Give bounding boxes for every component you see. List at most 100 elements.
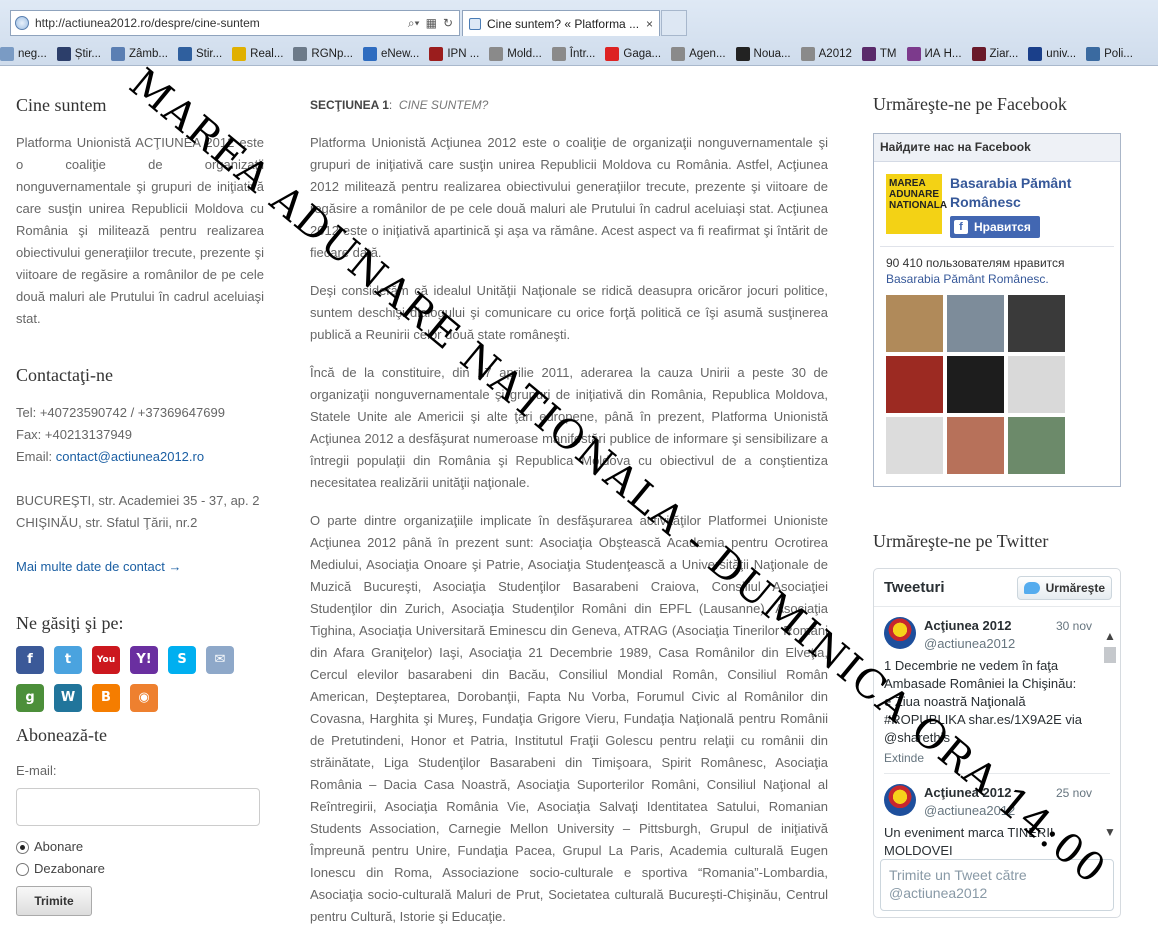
unsubscribe-label: Dezabonare: [34, 861, 105, 876]
tab-close-button[interactable]: ×: [646, 17, 653, 31]
favorite-link[interactable]: Zâmb...: [110, 47, 168, 61]
compat-view-icon[interactable]: ▦: [426, 16, 437, 30]
favorite-label: neg...: [18, 48, 47, 60]
favorite-link[interactable]: TM: [861, 47, 897, 61]
favorite-link[interactable]: Stir...: [177, 47, 223, 61]
mail-icon[interactable]: ✉: [206, 646, 234, 674]
facebook-icon: f: [954, 220, 968, 234]
follow-label: Urmăreşte: [1045, 580, 1105, 595]
facebook-page-name[interactable]: Basarabia Pământ Românesc: [950, 174, 1108, 212]
favorite-link[interactable]: Noua...: [735, 47, 791, 61]
wordpress-icon[interactable]: W: [54, 684, 82, 712]
tweet-author[interactable]: Acţiunea 2012: [924, 784, 1015, 802]
favorite-link[interactable]: Mold...: [489, 47, 542, 61]
google-icon[interactable]: g: [16, 684, 44, 712]
email-field[interactable]: [16, 788, 260, 826]
tweet[interactable]: Acţiunea 2012 @actiunea2012 25 nov Un ev…: [874, 774, 1120, 857]
subscribe-radio[interactable]: Abonare: [16, 836, 264, 858]
youtube-icon[interactable]: You: [92, 646, 120, 674]
right-sidebar: Urmăreşte-ne pe Facebook Найдите нас на …: [873, 94, 1121, 918]
scroll-up-icon[interactable]: ▲: [1102, 629, 1118, 643]
radio-unchecked-icon[interactable]: [16, 862, 29, 876]
address-url[interactable]: http://actiunea2012.ro/despre/cine-sunte…: [35, 16, 408, 30]
left-sidebar: Cine suntem Platforma Unionistă ACŢIUNEA…: [16, 94, 264, 916]
paragraph: O parte dintre organizaţiile implicate î…: [310, 513, 828, 924]
favorite-link[interactable]: Real...: [232, 47, 283, 61]
favorite-label: Ziar...: [989, 48, 1019, 60]
avatar[interactable]: [884, 617, 916, 649]
tweet-handle[interactable]: @actiunea2012: [924, 802, 1015, 820]
fan-avatar[interactable]: [1008, 417, 1065, 474]
fan-avatar[interactable]: [1008, 356, 1065, 413]
tweet-date[interactable]: 25 nov: [1056, 786, 1092, 800]
search-icon[interactable]: ⌕▾: [408, 16, 420, 31]
favorite-link[interactable]: Știr...: [56, 47, 101, 61]
blogger-icon[interactable]: B: [92, 684, 120, 712]
favorite-link[interactable]: A2012: [800, 47, 852, 61]
like-label: Нравится: [974, 220, 1031, 234]
contact-fax: Fax: +40213137949: [16, 427, 133, 442]
twitter-icon[interactable]: t: [54, 646, 82, 674]
favorite-label: RGNp...: [311, 48, 353, 60]
yahoo-icon[interactable]: Y!: [130, 646, 158, 674]
contact-title: Contactaţi-ne: [16, 365, 113, 385]
avatar[interactable]: [884, 784, 916, 816]
refresh-icon[interactable]: ↻: [443, 16, 453, 30]
tweet-author[interactable]: Acţiunea 2012: [924, 617, 1015, 635]
scroll-thumb[interactable]: [1104, 647, 1116, 663]
submit-button[interactable]: Trimite: [16, 886, 92, 916]
globe-icon: [15, 16, 29, 30]
scroll-down-icon[interactable]: ▼: [1102, 825, 1118, 839]
email-link[interactable]: contact@actiunea2012.ro: [56, 449, 204, 464]
favorite-link[interactable]: ИА Н...: [906, 47, 962, 61]
overlay-glyph: A: [261, 176, 315, 232]
favorite-link[interactable]: Poli...: [1086, 47, 1133, 61]
favorite-link[interactable]: univ...: [1028, 47, 1076, 61]
favorite-link[interactable]: Într...: [551, 47, 595, 61]
tweet-expand-link[interactable]: Extinde: [884, 751, 1110, 774]
fan-avatar[interactable]: [886, 295, 943, 352]
favorite-link[interactable]: Gaga...: [605, 47, 661, 61]
favorite-link[interactable]: neg...: [0, 47, 47, 61]
facebook-like-button[interactable]: f Нравится: [950, 216, 1040, 238]
address-bar[interactable]: http://actiunea2012.ro/despre/cine-sunte…: [10, 10, 460, 36]
fan-avatar[interactable]: [886, 356, 943, 413]
unsubscribe-radio[interactable]: Dezabonare: [16, 858, 264, 880]
fan-avatar[interactable]: [1008, 295, 1065, 352]
more-contact-link[interactable]: Mai multe date de contact →: [16, 559, 181, 574]
twitter-follow-button[interactable]: Urmăreşte: [1016, 575, 1112, 600]
favorite-site-icon: [232, 47, 247, 61]
tweet-handle[interactable]: @actiunea2012: [924, 635, 1015, 653]
favorite-site-icon: [861, 47, 876, 61]
twitter-bird-icon: [1023, 581, 1040, 594]
fan-avatar[interactable]: [886, 417, 943, 474]
favorite-link[interactable]: IPN ...: [429, 47, 479, 61]
like-count-page[interactable]: Basarabia Pământ Românesc.: [886, 271, 1108, 287]
contact-tel: Tel: +40723590742 / +37369647699: [16, 405, 225, 420]
favorite-link[interactable]: Agen...: [671, 47, 726, 61]
favorite-label: Stir...: [195, 48, 223, 60]
radio-checked-icon[interactable]: [16, 840, 29, 854]
tweet[interactable]: Acţiunea 2012 @actiunea2012 30 nov 1 Dec…: [874, 607, 1120, 774]
page-logo[interactable]: MAREA ADUNARE NATIONALA: [886, 174, 947, 234]
tweet-compose-field[interactable]: Trimite un Tweet către @actiunea2012: [880, 859, 1114, 911]
favorite-link[interactable]: eNew...: [362, 47, 419, 61]
social-title: Ne găsiţi şi pe:: [16, 613, 124, 633]
skype-icon[interactable]: S: [168, 646, 196, 674]
favorite-site-icon: [971, 47, 986, 61]
fan-avatar[interactable]: [947, 295, 1004, 352]
favorite-label: Mold...: [507, 48, 542, 60]
facebook-icon[interactable]: f: [16, 646, 44, 674]
tweet-scrollbar[interactable]: ▲ ▼: [1102, 629, 1118, 839]
rss-icon[interactable]: ◉: [130, 684, 158, 712]
new-tab-button[interactable]: [661, 10, 687, 36]
fan-avatar[interactable]: [947, 417, 1004, 474]
tweet-date[interactable]: 30 nov: [1056, 619, 1092, 633]
about-title: Cine suntem: [16, 95, 107, 115]
favorite-link[interactable]: RGNp...: [293, 47, 353, 61]
favorite-site-icon: [56, 47, 71, 61]
fan-avatar[interactable]: [947, 356, 1004, 413]
browser-tab[interactable]: Cine suntem? « Platforma ... ×: [462, 10, 660, 36]
favorite-link[interactable]: Ziar...: [971, 47, 1019, 61]
favorite-site-icon: [735, 47, 750, 61]
